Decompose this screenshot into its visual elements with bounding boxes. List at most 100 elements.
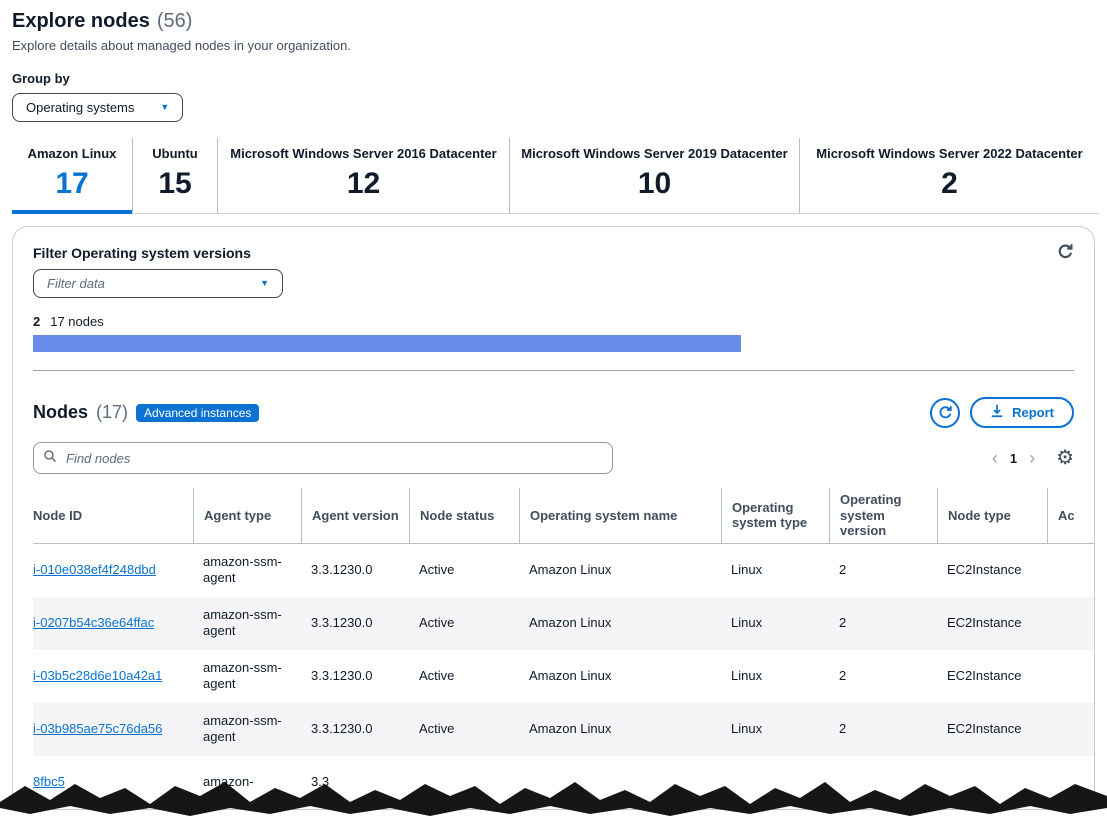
search-box [33,442,613,474]
os-name-cell: Amazon Linux [519,607,721,639]
column-header[interactable]: Agent type [193,488,301,543]
node-type-cell: EC2Instance [937,554,1047,586]
agent-type-cell: amazon-ssm-agent [193,652,301,701]
search-row: ‹ 1 › ⚙ [33,442,1074,474]
agent-version-cell: 3.3 [301,766,409,798]
column-header[interactable]: Node ID [33,488,193,543]
agent-version-cell: 3.3.1230.0 [301,607,409,639]
nodes-table: Node IDAgent typeAgent versionNode statu… [33,488,1095,809]
column-header[interactable]: Operating system name [519,488,721,543]
chevron-down-icon: ▼ [260,279,269,288]
chart-value-label: 17 nodes [50,314,104,329]
os-tab[interactable]: Amazon Linux 17 [12,138,133,213]
os-name-cell: Amazon Linux [519,660,721,692]
nodes-count: (17) [96,402,128,423]
find-nodes-input[interactable] [64,450,603,467]
table-row: i-010e038ef4f248dbd amazon-ssm-agent 3.3… [33,544,1095,597]
agent-version-cell: 3.3.1230.0 [301,660,409,692]
account-cell [1047,615,1095,631]
filter-section-title: Filter Operating system versions [33,245,1074,261]
column-header[interactable]: Operating system version [829,488,937,543]
column-header[interactable]: Node status [409,488,519,543]
nodes-section-header: Nodes (17) Advanced instances Report [33,397,1074,428]
page-title: Explore nodes (56) [12,10,1095,33]
group-by-dropdown[interactable]: Operating systems ▼ [12,93,183,122]
download-icon [990,404,1004,421]
report-button[interactable]: Report [970,397,1074,428]
node-id-link[interactable]: i-03b985ae75c76da56 [33,721,162,736]
agent-version-cell: 3.3.1230.0 [301,713,409,745]
group-by-section: Group by Operating systems ▼ [0,53,1107,122]
page-title-text: Explore nodes [12,10,150,33]
previous-page-button[interactable]: ‹ [992,449,998,467]
chevron-down-icon: ▼ [160,103,169,112]
nodes-table-body: i-010e038ef4f248dbd amazon-ssm-agent 3.3… [33,544,1095,756]
node-id-link[interactable]: i-03b5c28d6e10a42a1 [33,668,162,683]
chart-label-row: 2 17 nodes [33,314,1074,329]
table-row-partial: 8fbc5 amazon- 3.3 [33,756,1095,809]
gear-icon[interactable]: ⚙ [1056,448,1074,468]
nodes-title: Nodes [33,402,88,423]
group-by-selected-value: Operating systems [26,100,134,115]
os-name-cell: Amazon Linux [519,554,721,586]
os-name-cell: Amazon Linux [519,713,721,745]
agent-version-cell: 3.3.1230.0 [301,554,409,586]
node-id-link[interactable]: 8fbc5 [33,774,65,789]
column-header[interactable]: Ac [1047,488,1095,543]
os-tab[interactable]: Ubuntu 15 [133,138,218,213]
nodes-card: Filter Operating system versions Filter … [12,226,1095,810]
table-row: i-0207b54c36e64ffac amazon-ssm-agent 3.3… [33,597,1095,650]
node-type-cell: EC2Instance [937,607,1047,639]
filter-data-placeholder: Filter data [47,276,105,291]
refresh-button[interactable] [930,398,960,428]
os-tab[interactable]: Microsoft Windows Server 2022 Datacenter… [800,138,1099,213]
chart-category-label: 2 [33,314,40,329]
os-type-cell: Linux [721,713,829,745]
group-by-label: Group by [12,71,1095,86]
os-version-cell: 2 [829,660,937,692]
os-version-cell: 2 [829,713,937,745]
page-title-count: (56) [157,10,193,33]
page-subtitle: Explore details about managed nodes in y… [12,38,1095,53]
filter-data-dropdown[interactable]: Filter data ▼ [33,269,283,298]
account-cell [1047,562,1095,578]
agent-type-cell: amazon-ssm-agent [193,599,301,648]
column-header[interactable]: Agent version [301,488,409,543]
account-cell [1047,668,1095,684]
os-version-cell: 2 [829,554,937,586]
node-id-link[interactable]: i-0207b54c36e64ffac [33,615,154,630]
column-header[interactable]: Node type [937,488,1047,543]
report-button-label: Report [1012,405,1054,420]
nodes-table-header: Node IDAgent typeAgent versionNode statu… [33,488,1095,544]
agent-type-cell: amazon-ssm-agent [193,546,301,595]
table-row: i-03b985ae75c76da56 amazon-ssm-agent 3.3… [33,703,1095,756]
os-type-cell: Linux [721,554,829,586]
advanced-instances-badge: Advanced instances [136,404,259,422]
account-cell [1047,721,1095,737]
search-icon [43,449,57,468]
node-status-cell: Active [409,607,519,639]
node-id-link[interactable]: i-010e038ef4f248dbd [33,562,156,577]
os-tab[interactable]: Microsoft Windows Server 2019 Datacenter… [510,138,800,213]
refresh-icon[interactable] [1057,243,1074,265]
page-number[interactable]: 1 [1007,451,1020,466]
chart-axis-line [33,370,1074,371]
os-tab[interactable]: Microsoft Windows Server 2016 Datacenter… [218,138,510,213]
os-type-cell: Linux [721,607,829,639]
node-type-cell: EC2Instance [937,660,1047,692]
nodes-title-wrap: Nodes (17) Advanced instances [33,402,259,423]
next-page-button[interactable]: › [1029,449,1035,467]
node-type-cell: EC2Instance [937,713,1047,745]
node-status-cell: Active [409,660,519,692]
column-header[interactable]: Operating system type [721,488,829,543]
agent-type-cell: amazon- [193,766,301,798]
nodes-actions: Report [930,397,1074,428]
node-status-cell: Active [409,554,519,586]
node-status-cell: Active [409,713,519,745]
agent-type-cell: amazon-ssm-agent [193,705,301,754]
pagination: ‹ 1 › ⚙ [992,448,1074,468]
page-header: Explore nodes (56) Explore details about… [0,0,1107,53]
os-version-cell: 2 [829,607,937,639]
os-group-tabs: Amazon Linux 17 Ubuntu 15 Microsoft Wind… [12,138,1099,214]
os-version-bar [33,335,741,352]
